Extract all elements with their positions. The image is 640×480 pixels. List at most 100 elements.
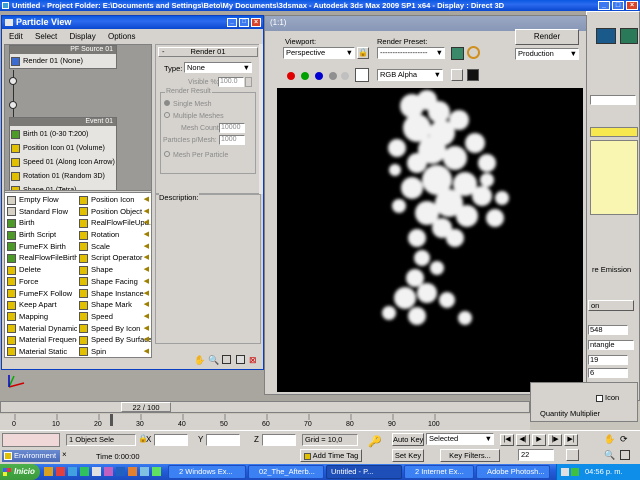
pan-view-icon[interactable]: ✋ [604, 434, 615, 445]
param-field-3[interactable]: 6 [588, 368, 628, 378]
depot-item[interactable]: Delete [5, 264, 77, 276]
prev-frame-icon[interactable]: ◀| [516, 434, 530, 446]
depot-item[interactable]: Shape Facing ◀ [77, 276, 151, 288]
environment-icon[interactable] [467, 46, 480, 59]
zoom-region-icon[interactable] [222, 355, 231, 364]
mesh-per-particle-radio[interactable]: Mesh Per Particle [164, 151, 228, 159]
depot-item[interactable]: Birth [5, 217, 77, 229]
quicklaunch-icon-2[interactable] [56, 467, 65, 476]
go-start-icon[interactable]: |◀ [500, 434, 514, 446]
add-time-tag-button[interactable]: Add Time Tag [300, 449, 362, 462]
y-field[interactable] [206, 434, 240, 446]
quicklaunch-icon-8[interactable] [128, 467, 137, 476]
viewport-dropdown[interactable]: Perspective ▼ [283, 47, 355, 59]
source-node[interactable]: PF Source 01 Render 01 (None) [9, 45, 117, 69]
quicklaunch-icon-6[interactable] [104, 467, 113, 476]
params-vscrollbar[interactable] [259, 44, 263, 194]
depot-item[interactable]: Material Frequency [5, 334, 77, 346]
timeline-ruler[interactable]: 0 10 20 30 40 50 60 70 80 90 100 [0, 414, 530, 430]
visible-field[interactable]: 100.0 [218, 77, 244, 87]
depot-item[interactable]: Material Static [5, 346, 77, 358]
depot-item[interactable]: FumeFX Birth [5, 241, 77, 253]
event-graph[interactable]: PF Source 01 Render 01 (None) Event 01 B… [4, 44, 152, 199]
task-3dsmax[interactable]: Untitled - P... [326, 465, 402, 479]
depot-item[interactable]: Speed By Icon ◀ [77, 323, 151, 335]
menu-select[interactable]: Select [30, 31, 62, 42]
mono-icon[interactable] [341, 72, 349, 80]
set-key-button[interactable]: Set Key [392, 449, 424, 462]
start-button[interactable]: Inicio [0, 464, 40, 480]
menu-options[interactable]: Options [103, 31, 141, 42]
particles-per-mesh-field[interactable]: 1000 [219, 135, 245, 145]
task-afterburn[interactable]: 02_The_Afterb... [248, 465, 324, 479]
icon-checkbox[interactable]: Icon [596, 393, 619, 402]
tray-icon-1[interactable] [561, 468, 569, 476]
depot-item[interactable]: Empty Flow [5, 194, 77, 206]
visible-spinner-icon[interactable] [245, 77, 252, 87]
next-frame-icon[interactable]: |▶ [548, 434, 562, 446]
depot-item[interactable]: Rotation ◀ [77, 229, 151, 241]
depot-item[interactable]: Spin ◀ [77, 346, 151, 358]
maximize-viewport-icon[interactable] [620, 450, 630, 460]
task-windows-explorer[interactable]: 2 Windows Ex... [168, 465, 246, 479]
render-setup-icon[interactable] [451, 47, 464, 60]
depot-item[interactable]: Position Object ◀ [77, 206, 151, 218]
blue-channel-icon[interactable] [315, 72, 323, 80]
quicklaunch-icon-9[interactable] [140, 467, 149, 476]
tray-icon-2[interactable] [571, 468, 579, 476]
depot-item[interactable]: Force [5, 276, 77, 288]
task-internet-explorer[interactable]: 2 Internet Ex... [404, 465, 474, 479]
close-icon[interactable]: × [626, 1, 638, 10]
depot-item[interactable]: Shape ◀ [77, 264, 151, 276]
param-field-2[interactable]: 19 [588, 355, 628, 365]
depot-item[interactable]: Shape Mark ◀ [77, 299, 151, 311]
depot-item[interactable]: Material Dynamic [5, 323, 77, 335]
depot-item[interactable]: RealFlowFileUpd... ◀ [77, 217, 151, 229]
depot-item[interactable]: Standard Flow [5, 206, 77, 218]
maximize-icon[interactable]: □ [612, 1, 624, 10]
render-button[interactable]: Render [515, 29, 579, 45]
depot-item[interactable]: Speed ◀ [77, 311, 151, 323]
mesh-count-field[interactable]: 10000 [219, 123, 245, 133]
no-draw-icon[interactable]: ⊠ [249, 355, 257, 366]
depot-item[interactable]: Birth Script [5, 229, 77, 241]
task-photoshop[interactable]: Adobe Photosh... [476, 465, 550, 479]
quicklaunch-icon-10[interactable] [152, 467, 161, 476]
type-dropdown[interactable]: None ▼ [184, 62, 252, 73]
red-channel-icon[interactable] [287, 72, 295, 80]
clone-icon[interactable] [451, 69, 463, 81]
time-slider-thumb[interactable]: 22 / 100 [121, 402, 171, 412]
event-item-birth[interactable]: Birth 01 (0-30 T:200) [11, 129, 88, 139]
quicklaunch-icon-1[interactable] [44, 467, 53, 476]
time-slider-track[interactable]: 22 / 100 [0, 401, 530, 413]
pan-icon[interactable]: ✋ [194, 355, 205, 366]
alpha-channel-icon[interactable] [329, 72, 337, 80]
zoom-icon[interactable]: 🔍 [208, 355, 219, 366]
orbit-view-icon[interactable]: ⟳ [620, 434, 628, 445]
param-field-1[interactable]: 548 [588, 325, 628, 335]
teapot-render-icon[interactable] [596, 28, 616, 44]
env-close-icon[interactable]: × [62, 450, 67, 459]
render-params-header[interactable]: - Render 01 [158, 47, 258, 57]
param-dropdown[interactable]: ntangle [588, 340, 634, 350]
pv-maximize-icon[interactable]: □ [239, 18, 249, 27]
source-node-item[interactable]: Render 01 (None) [11, 56, 83, 66]
depot-item[interactable]: RealFlowFileBirth [5, 252, 77, 264]
z-field[interactable] [262, 434, 296, 446]
event-item-speed[interactable]: Speed 01 (Along Icon Arrow) [11, 157, 115, 167]
single-mesh-radio[interactable]: Single Mesh [164, 100, 212, 108]
event-item-position[interactable]: Position Icon 01 (Volume) [11, 143, 105, 153]
depot-item[interactable]: Position Icon ◀ [77, 194, 151, 206]
depot-item[interactable]: Speed By Surface ◀ [77, 334, 151, 346]
depot-item[interactable]: Shape Instance ◀ [77, 288, 151, 300]
quicklaunch-icon-7[interactable] [116, 467, 125, 476]
go-end-icon[interactable]: ▶| [564, 434, 578, 446]
x-field[interactable] [154, 434, 188, 446]
swatch-icon[interactable] [355, 68, 369, 82]
menu-edit[interactable]: Edit [4, 31, 28, 42]
pv-minimize-icon[interactable]: _ [227, 18, 237, 27]
green-channel-icon[interactable] [301, 72, 309, 80]
depot-item[interactable]: Script Operator ◀ [77, 252, 151, 264]
render-preset-dropdown[interactable]: ------------------- ▼ [377, 47, 445, 59]
multiple-meshes-radio[interactable]: Multiple Meshes [164, 112, 224, 120]
